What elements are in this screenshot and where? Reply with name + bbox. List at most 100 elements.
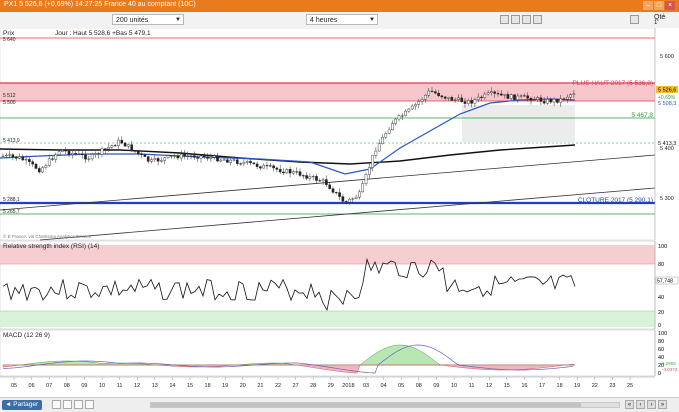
chart-type-icon[interactable] <box>500 15 509 24</box>
scrollbar-thumb[interactable] <box>151 403 581 407</box>
candle-body <box>364 174 368 184</box>
zoom-icon[interactable] <box>85 400 94 409</box>
candle-body <box>447 97 450 99</box>
candle-body <box>559 98 562 103</box>
time-axis: 05 06 07 08 09 10 11 12 13 14 15 18 19 20 21 22 27 28 29 20… <box>0 376 655 389</box>
candle-body <box>542 101 546 104</box>
units-select[interactable]: 200 unités ▼ <box>112 14 184 25</box>
scroll-start-button[interactable]: « <box>625 400 634 409</box>
time-axis-label: 10 <box>451 383 457 389</box>
ma-fast-label: 5 508,3 <box>658 101 676 107</box>
resistance-zone <box>0 83 655 101</box>
left-level-5288: 5 288,1 <box>3 197 20 203</box>
share-button[interactable]: ◄ Partager <box>2 400 43 410</box>
scroll-end-button[interactable]: » <box>658 400 667 409</box>
candle-body <box>146 156 150 162</box>
candle-body <box>420 99 424 102</box>
lock-icon[interactable] <box>630 15 639 24</box>
candle-body <box>295 171 299 173</box>
time-axis-label: 19 <box>574 383 580 389</box>
left-level-5265: 5 265,7 <box>3 209 20 215</box>
macd-tick-60: 60 <box>658 347 664 353</box>
chart-area[interactable]: Prix Jour : Haut 5 528,6 +Bas 5 479,1 © … <box>0 27 679 391</box>
indicator-icon[interactable] <box>511 15 520 24</box>
candle-body <box>539 97 543 102</box>
share-label: Partager <box>13 401 39 408</box>
time-axis-label: 20 <box>240 383 246 389</box>
maximize-button[interactable]: □ <box>654 1 664 10</box>
candle-body <box>117 139 120 146</box>
candle-body <box>97 153 100 155</box>
quantity-value[interactable]: 1 <box>654 20 657 26</box>
candle-body <box>127 144 130 147</box>
candle-body <box>14 156 18 159</box>
time-axis-label: 03 <box>363 383 369 389</box>
candle-body <box>523 95 526 97</box>
minimize-button[interactable]: – <box>643 1 653 10</box>
chevron-down-icon: ▼ <box>175 17 181 23</box>
candle-body <box>358 191 361 198</box>
timeframe-select[interactable]: 4 heures ▼ <box>306 14 378 25</box>
candle-body <box>470 100 473 104</box>
candle-body <box>328 184 332 189</box>
units-select-value: 200 unités <box>116 17 149 24</box>
consolidation-zone <box>462 105 575 142</box>
settings-icon[interactable] <box>533 15 542 24</box>
candle-body <box>153 158 157 160</box>
candle-body <box>552 98 556 103</box>
candle-body <box>368 167 371 175</box>
candle-body <box>278 169 282 173</box>
close-button[interactable]: × <box>665 1 675 10</box>
candle-body <box>123 142 127 147</box>
chart-canvas[interactable]: Prix Jour : Haut 5 528,6 +Bas 5 479,1 © … <box>0 27 679 391</box>
candle-body <box>21 156 25 161</box>
candle-body <box>196 157 200 159</box>
candle-body <box>308 176 312 179</box>
time-axis-label: 08 <box>416 383 422 389</box>
rsi-tick-20: 20 <box>658 310 664 316</box>
time-axis-label: 18 <box>557 383 563 389</box>
time-axis-label: 08 <box>64 383 70 389</box>
drawing-icon[interactable] <box>522 15 531 24</box>
candle-body <box>335 192 338 194</box>
candle-body <box>245 161 249 163</box>
candle-body <box>150 159 153 162</box>
candle-body <box>252 162 256 165</box>
candle-body <box>282 171 285 174</box>
candle-body <box>354 196 358 199</box>
candle-body <box>509 94 513 99</box>
scroll-left-button[interactable]: ‹ <box>636 400 645 409</box>
candle-body <box>394 118 398 124</box>
time-axis-label: 23 <box>609 383 615 389</box>
macd-tick-100: 100 <box>658 331 667 337</box>
time-axis-label: 10 <box>99 383 105 389</box>
save-icon[interactable] <box>63 400 72 409</box>
ma-slow-label: 5 413,3 <box>658 141 676 147</box>
candle-body <box>486 92 490 95</box>
candle-body <box>269 165 272 167</box>
candle-body <box>298 171 302 176</box>
candle-body <box>391 123 394 131</box>
candle-body <box>453 99 457 101</box>
time-axis-label: 18 <box>205 383 211 389</box>
candle-body <box>18 156 21 159</box>
candle-body <box>401 115 404 117</box>
candle-body <box>460 97 464 102</box>
layout-icon[interactable] <box>74 400 83 409</box>
print-icon[interactable] <box>52 400 61 409</box>
candle-body <box>407 108 411 112</box>
candle-body <box>87 158 91 160</box>
scroll-right-button[interactable]: › <box>647 400 656 409</box>
candle-body <box>77 153 81 155</box>
candle-body <box>371 155 374 168</box>
candle-body <box>31 161 35 165</box>
candle-body <box>387 129 391 134</box>
candle-body <box>546 99 549 104</box>
candle-body <box>434 91 437 94</box>
horizontal-scrollbar[interactable] <box>150 402 620 408</box>
time-axis-label: 2018 <box>342 383 354 389</box>
time-axis-label: 04 <box>381 383 387 389</box>
candle-body <box>377 143 381 152</box>
candle-body <box>249 161 252 164</box>
candle-body <box>90 154 94 160</box>
